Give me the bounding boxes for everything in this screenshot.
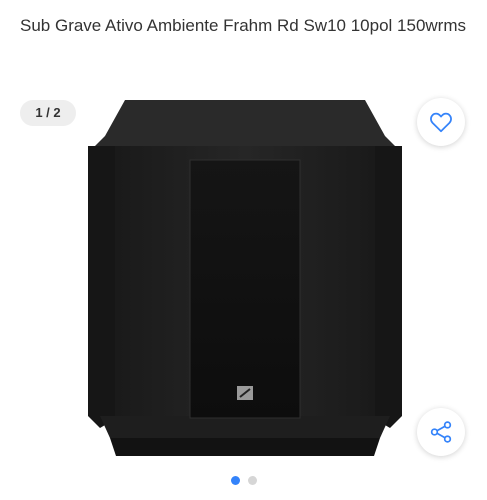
product-title: Sub Grave Ativo Ambiente Frahm Rd Sw10 1… (20, 16, 466, 35)
image-counter: 1 / 2 (20, 100, 76, 126)
heart-outline-icon (430, 112, 452, 133)
product-image[interactable] (80, 98, 410, 468)
share-icon (430, 421, 452, 443)
image-gallery[interactable]: 1 / 2 (0, 88, 487, 468)
pagination-dots (0, 476, 487, 488)
pagination-dot-active[interactable] (230, 476, 240, 485)
favorite-button[interactable] (417, 98, 465, 146)
pagination-dot[interactable] (247, 476, 257, 485)
share-button[interactable] (417, 408, 465, 456)
